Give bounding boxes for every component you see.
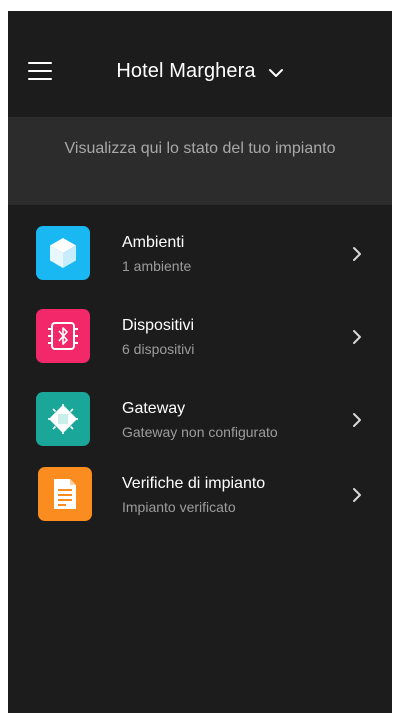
chevron-right-icon — [353, 488, 361, 502]
list-item-label: Ambienti — [122, 234, 185, 251]
cube-icon — [36, 226, 90, 280]
document-icon — [38, 467, 92, 521]
app-screen: Hotel Marghera Visualizza qui lo stato d… — [8, 11, 392, 713]
list-item-label: Dispositivi — [122, 317, 195, 334]
list-item-subtitle: 6 dispositivi — [122, 341, 195, 357]
chevron-right-icon — [353, 330, 361, 344]
list-item-gateway[interactable]: Gateway Gateway non configurato — [8, 371, 392, 447]
site-selector[interactable]: Hotel Marghera — [8, 57, 392, 85]
page-title: Hotel Marghera — [116, 59, 256, 82]
bluetooth-device-icon — [36, 309, 90, 363]
chevron-down-icon — [268, 69, 283, 77]
list-item-subtitle: 1 ambiente — [122, 258, 192, 274]
status-banner-text: Visualizza qui lo stato del tuo impianto — [64, 140, 336, 157]
chevron-right-icon — [353, 247, 361, 261]
list-item-verifiche-di-impianto[interactable]: Verifiche di impianto Impianto verificat… — [8, 446, 392, 522]
list-item-subtitle: Impianto verificato — [122, 499, 236, 515]
list-item-dispositivi[interactable]: Dispositivi 6 dispositivi — [8, 288, 392, 364]
chevron-right-icon — [353, 413, 361, 427]
app-header: Hotel Marghera — [8, 11, 392, 117]
status-banner: Visualizza qui lo stato del tuo impianto — [8, 117, 392, 205]
list-item-label: Gateway — [122, 400, 186, 417]
list-item-label: Verifiche di impianto — [122, 475, 266, 492]
chip-icon — [36, 392, 90, 446]
list-item-ambienti[interactable]: Ambienti 1 ambiente — [8, 205, 392, 281]
list-item-subtitle: Gateway non configurato — [122, 424, 278, 440]
